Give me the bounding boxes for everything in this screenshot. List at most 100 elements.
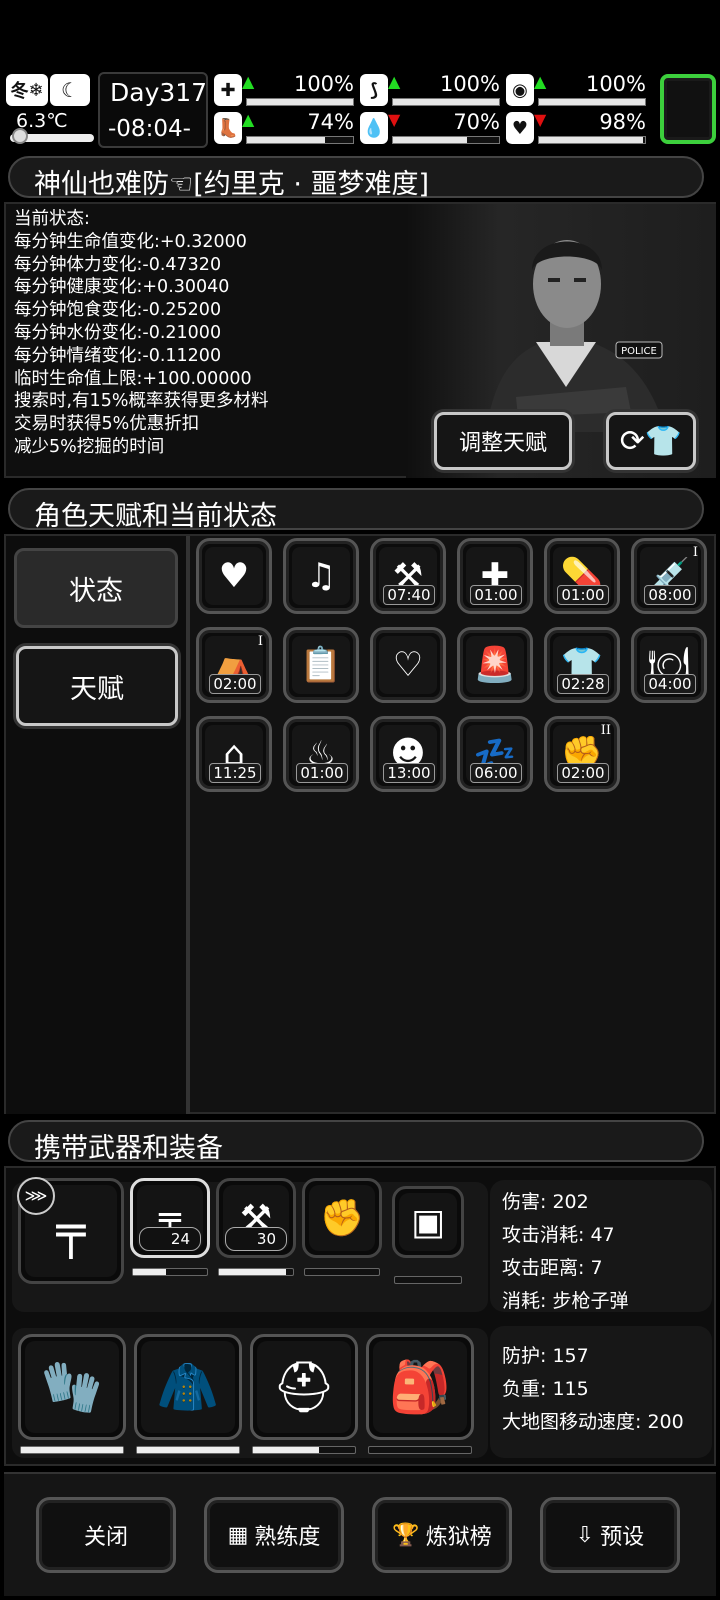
arrow-up-icon: ▲ [534, 72, 547, 91]
status-heading: 当前状态: [14, 209, 90, 229]
stat-bar-fill [393, 99, 499, 105]
tab-status[interactable]: 状态 [14, 548, 178, 628]
alarm-light-icon: 🚨 [466, 636, 524, 694]
preset-label: 预设 [600, 1525, 645, 1550]
stat-bar-fill [393, 137, 468, 143]
close-button[interactable]: 关闭 [36, 1497, 176, 1573]
ammo-count: 30 [225, 1227, 287, 1251]
talent-slot[interactable]: 💊 01:00 [544, 538, 620, 614]
talent-slot[interactable]: ♥ [196, 538, 272, 614]
riot-shield-icon: ▣ [399, 1193, 457, 1251]
police-patch: POLICE [621, 346, 657, 357]
weapon-slot[interactable]: ✊ [302, 1178, 382, 1258]
talent-slot[interactable]: 👕 02:28 [544, 627, 620, 703]
armor-durability-bar [252, 1446, 356, 1454]
stat-value: 70% [453, 110, 500, 134]
stat-bar [246, 98, 354, 106]
status-line: 每分钟健康变化:+0.30040 [14, 277, 230, 298]
talent-slot[interactable]: ♫ [283, 538, 359, 614]
talent-slot[interactable]: ⛺ I 02:00 [196, 627, 272, 703]
weather-panel: 冬 ❄ ☾ 6.3℃ [6, 72, 94, 148]
talent-timer: 01:00 [296, 763, 348, 783]
talent-slot[interactable]: 🍽 04:00 [631, 627, 707, 703]
hud-corner-button[interactable] [660, 74, 716, 144]
purgatory-rank-button[interactable]: 🏆 炼狱榜 [372, 1497, 512, 1573]
tab-talent[interactable]: 天赋 [16, 646, 178, 726]
talent-level: I [692, 545, 698, 560]
ammo-count-value: 30 [256, 1230, 276, 1248]
stat-row: ▲ 100% [242, 72, 354, 108]
weapon-damage: 伤害: 202 [502, 1191, 589, 1213]
purgatory-rank-label: 炼狱榜 [425, 1525, 492, 1550]
armor-slot[interactable]: 🧤 [18, 1334, 126, 1440]
preset-button[interactable]: ⇩ 预设 [540, 1497, 680, 1573]
talent-slot[interactable]: ☻ 13:00 [370, 716, 446, 792]
equipment-title-bar: 携带武器和装备 [8, 1120, 704, 1164]
stat-bar [392, 136, 500, 144]
weapon-slot[interactable]: ▣ [392, 1186, 464, 1258]
arrow-up-icon: ▲ [242, 110, 255, 129]
ammo-count: 24 [139, 1227, 201, 1251]
clock-label: -08:04- [108, 116, 191, 142]
heart-icon: ♥ [205, 547, 263, 605]
stat-bar [538, 98, 646, 106]
weapon-slot[interactable]: ⚒ 30 [216, 1178, 296, 1258]
armor-slot[interactable]: 🧥 [134, 1334, 242, 1440]
weapon-slot[interactable]: ╤ ⋙ [17, 1177, 124, 1284]
talent-timer: 01:00 [557, 585, 609, 605]
armor-slot[interactable]: ⛑ [250, 1334, 358, 1440]
tactical-helmet-icon: ⛑ [257, 1341, 351, 1433]
talents-panel: 状态 天赋 ♥ ♫ ⚒ 07:40 ✚ 01:00 💊 01:00 💉 I 08:00 ⛺ I 02:00… [4, 534, 716, 1114]
weapon-stats: 伤害: 202 攻击消耗: 47 攻击距离: 7 消耗: 步枪子弹 [490, 1180, 712, 1312]
water-drop-icon: 💧 [360, 112, 388, 144]
talent-timer: 01:00 [470, 585, 522, 605]
talent-slot[interactable]: ✊ II 02:00 [544, 716, 620, 792]
status-line: 每分钟体力变化:-0.47320 [14, 254, 222, 275]
talent-timer: 02:00 [209, 674, 261, 694]
armor-defense: 防护: 157 [502, 1345, 589, 1367]
durability-fill [133, 1269, 167, 1275]
talents-title: 角色天赋和当前状态 [34, 501, 277, 532]
talent-level: I [257, 634, 263, 649]
armor-durability-fill [253, 1447, 320, 1453]
heart-icon: ♥ [506, 112, 534, 144]
stat-row: ▲ 74% [242, 110, 354, 146]
gauntlets-icon: 🧤 [25, 1341, 119, 1433]
armor-slot[interactable]: 🎒 [366, 1334, 474, 1440]
talents-title-bar: 角色天赋和当前状态 [8, 488, 704, 532]
adjust-talent-button[interactable]: 调整天赋 [434, 412, 572, 470]
talent-timer: 02:28 [557, 674, 609, 694]
talent-timer: 08:00 [644, 585, 696, 605]
armor-durability-fill [137, 1447, 239, 1453]
equipment-panel: ╤ ⋙ ╤ 24 ⚒ 30 ✊ ▣ 🧤 🧥 ⛑ 🎒 伤害: 202 攻击消耗: 47 攻击距离: 7… [4, 1166, 716, 1466]
close-label: 关闭 [83, 1525, 128, 1550]
talent-slot[interactable]: ⌂ 11:25 [196, 716, 272, 792]
change-outfit-button[interactable]: ⟳👕 [606, 412, 696, 470]
talent-slot[interactable]: 💤 06:00 [457, 716, 533, 792]
status-line: 每分钟情绪变化:-0.11200 [14, 345, 222, 366]
durability-bar [394, 1276, 462, 1284]
talent-timer: 04:00 [644, 674, 696, 694]
armor-stats: 防护: 157 负重: 115 大地图移动速度: 200 [490, 1326, 712, 1458]
talent-slot[interactable]: ⚒ 07:40 [370, 538, 446, 614]
talent-slot[interactable]: 💉 I 08:00 [631, 538, 707, 614]
armor-weight: 负重: 115 [502, 1378, 589, 1400]
stat-value: 100% [585, 72, 646, 96]
preset-box-icon: ⇩ [575, 1522, 595, 1548]
talent-slot[interactable]: 🚨 [457, 627, 533, 703]
talent-timer: 02:00 [557, 763, 609, 783]
character-title-bar: 神仙也难防☜[约里克 · 噩梦难度] [8, 156, 704, 200]
talent-slot[interactable]: ♨ 01:00 [283, 716, 359, 792]
armor-durability-bar [136, 1446, 240, 1454]
weapon-range: 攻击距离: 7 [502, 1257, 603, 1279]
talent-slot[interactable]: ✚ 01:00 [457, 538, 533, 614]
stat-bar-fill [539, 137, 643, 143]
character-title: 神仙也难防☜[约里克 · 噩梦难度] [34, 169, 430, 200]
talent-slot[interactable]: 📋 [283, 627, 359, 703]
talent-slot[interactable]: ♡ [370, 627, 446, 703]
weapon-slot[interactable]: ╤ 24 [130, 1178, 210, 1258]
character-portrait: POLICE [486, 240, 666, 432]
proficiency-button[interactable]: ▦ 熟练度 [204, 1497, 344, 1573]
status-line: 交易时获得5%优惠折扣 [14, 414, 200, 435]
status-list: 当前状态: 每分钟生命值变化:+0.32000 每分钟体力变化:-0.47320 每分… [14, 208, 268, 459]
